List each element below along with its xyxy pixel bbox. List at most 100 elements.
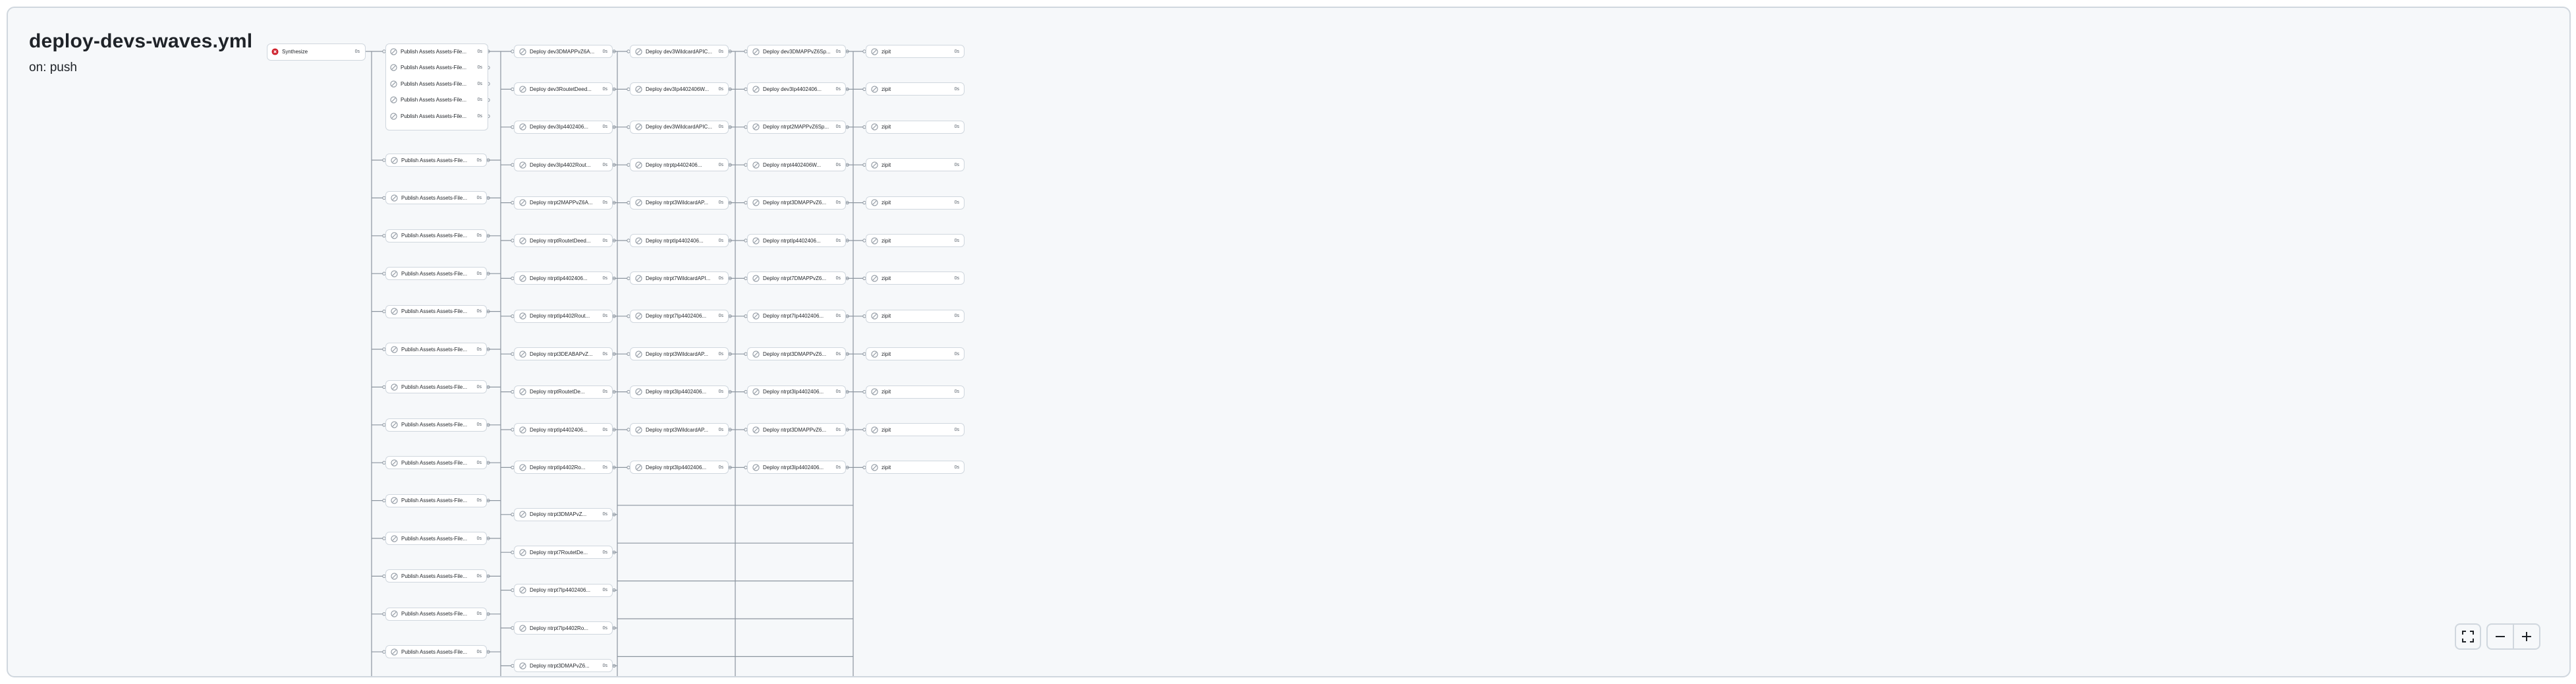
job-deploy-wave1[interactable]: Deploy ntrpt7RoutetDe... 0s (514, 546, 613, 559)
job-deploy-wave1[interactable]: Deploy ntrpt7Ip4402406... 0s (514, 583, 613, 597)
job-zipit[interactable]: zipit 0s (866, 423, 965, 436)
job-deploy-wave2[interactable]: Deploy ntrptp4402406... 0s (630, 158, 729, 172)
job-deploy-wave1[interactable]: Deploy ntrptRoutetDeed... 0s (514, 234, 613, 247)
job-publish-assets[interactable]: Publish Assets Assets-File... 0s (385, 109, 487, 123)
job-duration: 0s (718, 162, 723, 167)
job-deploy-wave2[interactable]: Deploy ntrpt3WildcardAP... 0s (630, 347, 729, 361)
job-publish-assets[interactable]: Publish Assets Assets-File... 0s (385, 380, 487, 394)
job-publish-assets[interactable]: Publish Assets Assets-File... 0s (385, 94, 487, 107)
job-zipit[interactable]: zipit 0s (866, 158, 965, 172)
job-deploy-wave1[interactable]: Deploy ntrptRoutetDe... 0s (514, 385, 613, 399)
job-deploy-wave2[interactable]: Deploy dev3WildcardAPIC... 0s (630, 45, 729, 58)
job-name: Deploy ntrptIp4402406... (530, 426, 588, 433)
job-name: Deploy ntrpt3DMAPPvZ6... (763, 351, 827, 357)
job-publish-assets[interactable]: Publish Assets Assets-File... 0s (385, 154, 487, 167)
job-zipit[interactable]: zipit 0s (866, 347, 965, 361)
job-publish-assets[interactable]: Publish Assets Assets-File... 0s (385, 267, 487, 281)
job-deploy-wave1[interactable]: Deploy ntrptIp4402406... 0s (514, 423, 613, 436)
job-deploy-wave1[interactable]: Deploy ntrptIp4402Ro... 0s (514, 461, 613, 474)
job-publish-assets[interactable]: Publish Assets Assets-File... 0s (385, 645, 487, 659)
job-deploy-wave1[interactable]: Deploy dev3Ip4402Rout... 0s (514, 158, 613, 172)
job-publish-assets[interactable]: Publish Assets Assets-File... 0s (385, 569, 487, 583)
job-deploy-wave2[interactable]: Deploy ntrptIp4402406... 0s (630, 234, 729, 247)
job-deploy-wave3[interactable]: Deploy ntrpt3DMAPPvZ6... 0s (747, 196, 846, 210)
job-zipit[interactable]: zipit 0s (866, 234, 965, 247)
skipped-icon (519, 426, 526, 434)
skipped-icon (519, 624, 526, 632)
job-deploy-wave3[interactable]: Deploy ntrpt3DMAPPvZ6... 0s (747, 347, 846, 361)
job-publish-assets[interactable]: Publish Assets Assets-File... 0s (385, 229, 487, 242)
job-deploy-wave1[interactable]: Deploy ntrpt3DEABAPvZ... 0s (514, 347, 613, 361)
job-zipit[interactable]: zipit 0s (866, 120, 965, 134)
job-deploy-wave1[interactable]: Deploy dev3DMAPPvZ6A... 0s (514, 45, 613, 58)
job-deploy-wave2[interactable]: Deploy ntrpt7Ip4402406... 0s (630, 309, 729, 323)
skipped-icon (635, 199, 642, 206)
job-zipit[interactable]: zipit 0s (866, 45, 965, 58)
job-publish-assets[interactable]: Publish Assets Assets-File... 0s (385, 304, 487, 318)
job-name: Synthesize (282, 48, 308, 55)
job-deploy-wave1[interactable]: Deploy ntrptIp4402Rout... 0s (514, 309, 613, 323)
job-name: Publish Assets Assets-File... (401, 648, 468, 655)
job-deploy-wave2[interactable]: Deploy dev3Ip4402406W... 0s (630, 82, 729, 96)
job-zipit[interactable]: zipit 0s (866, 82, 965, 96)
skipped-icon (391, 384, 398, 391)
job-publish-assets[interactable]: Publish Assets Assets-File... 0s (385, 45, 487, 58)
job-deploy-wave2[interactable]: Deploy ntrpt3Ip4402406... 0s (630, 461, 729, 474)
job-publish-assets[interactable]: Publish Assets Assets-File... 0s (385, 607, 487, 621)
job-deploy-wave3[interactable]: Deploy ntrpt3Ip4402406... 0s (747, 385, 846, 399)
job-publish-assets[interactable]: Publish Assets Assets-File... 0s (385, 456, 487, 470)
job-deploy-wave2[interactable]: Deploy dev3WildcardAPIC... 0s (630, 120, 729, 134)
job-deploy-wave1[interactable]: Deploy dev3Ip4402406... 0s (514, 120, 613, 134)
job-publish-assets[interactable]: Publish Assets Assets-File... 0s (385, 494, 487, 507)
job-zipit[interactable]: zipit 0s (866, 196, 965, 210)
zoom-out-button[interactable] (2488, 625, 2513, 648)
skipped-icon (519, 388, 526, 395)
skipped-icon (519, 464, 526, 471)
job-deploy-wave1[interactable]: Deploy ntrpt2MAPPvZ6A... 0s (514, 196, 613, 210)
skipped-icon (752, 388, 760, 395)
job-deploy-wave1[interactable]: Deploy ntrpt3DMAPvZ... 0s (514, 507, 613, 521)
zoom-in-button[interactable] (2513, 625, 2539, 648)
job-deploy-wave3[interactable]: Deploy dev3Ip4402406... 0s (747, 82, 846, 96)
job-deploy-wave2[interactable]: Deploy ntrpt7WildcardAPI... 0s (630, 271, 729, 285)
job-name: Deploy ntrpt7WildcardAPI... (646, 275, 711, 281)
job-deploy-wave2[interactable]: Deploy ntrpt3WildcardAP... 0s (630, 196, 729, 210)
job-deploy-wave3[interactable]: Deploy ntrpt7Ip4402406... 0s (747, 309, 846, 323)
job-deploy-wave1[interactable]: Deploy dev3RoutetDeed... 0s (514, 82, 613, 96)
job-deploy-wave1[interactable]: Deploy ntrpt7Ip4402Ro... 0s (514, 621, 613, 635)
job-deploy-wave2[interactable]: Deploy ntrpt3Ip4402406... 0s (630, 385, 729, 399)
job-publish-assets[interactable]: Publish Assets Assets-File... 0s (385, 418, 487, 432)
fullscreen-button[interactable] (2455, 623, 2481, 650)
job-synthesize[interactable]: Synthesize 0s (267, 45, 364, 58)
job-deploy-wave3[interactable]: Deploy ntrpt4402406W... 0s (747, 158, 846, 172)
job-duration: 0s (835, 427, 841, 432)
job-zipit[interactable]: zipit 0s (866, 309, 965, 323)
job-deploy-wave3[interactable]: Deploy ntrpt3Ip4402406... 0s (747, 461, 846, 474)
job-duration: 0s (602, 465, 607, 470)
job-deploy-wave3[interactable]: Deploy dev3DMAPPvZ6Sp... 0s (747, 45, 846, 58)
job-deploy-wave1[interactable]: Deploy ntrptIp4402406... 0s (514, 271, 613, 285)
job-publish-assets[interactable]: Publish Assets Assets-File... 0s (385, 77, 487, 90)
job-publish-assets[interactable]: Publish Assets Assets-File... 0s (385, 532, 487, 545)
job-publish-assets[interactable]: Publish Assets Assets-File... 0s (385, 61, 487, 74)
job-duration: 0s (954, 125, 959, 130)
job-zipit[interactable]: zipit 0s (866, 461, 965, 474)
job-zipit[interactable]: zipit 0s (866, 385, 965, 399)
job-publish-assets[interactable]: Publish Assets Assets-File... 0s (385, 191, 487, 205)
skipped-icon (752, 47, 760, 55)
job-deploy-wave3[interactable]: Deploy ntrpt3DMAPPvZ6... 0s (747, 423, 846, 436)
job-deploy-wave3[interactable]: Deploy ntrpt7DMAPPvZ6... 0s (747, 271, 846, 285)
job-duration: 0s (835, 49, 841, 54)
job-publish-assets[interactable]: Publish Assets Assets-File... 0s (385, 343, 487, 356)
job-name: zipit (882, 351, 891, 357)
job-name: Publish Assets Assets-File... (401, 384, 468, 390)
job-deploy-wave3[interactable]: Deploy ntrpt2MAPPvZ6Sp... 0s (747, 120, 846, 134)
job-deploy-wave1[interactable]: Deploy ntrpt3DMAPvZ6... 0s (514, 659, 613, 673)
job-deploy-wave2[interactable]: Deploy ntrpt3WildcardAP... 0s (630, 423, 729, 436)
job-zipit[interactable]: zipit 0s (866, 271, 965, 285)
skipped-icon (519, 464, 526, 471)
job-deploy-wave3[interactable]: Deploy ntrptIp4402406... 0s (747, 234, 846, 247)
job-duration: 0s (476, 309, 482, 314)
job-name: zipit (882, 161, 891, 168)
workflow-graph-canvas[interactable]: deploy-devs-waves.yml on: push Synthesiz… (7, 7, 2571, 677)
